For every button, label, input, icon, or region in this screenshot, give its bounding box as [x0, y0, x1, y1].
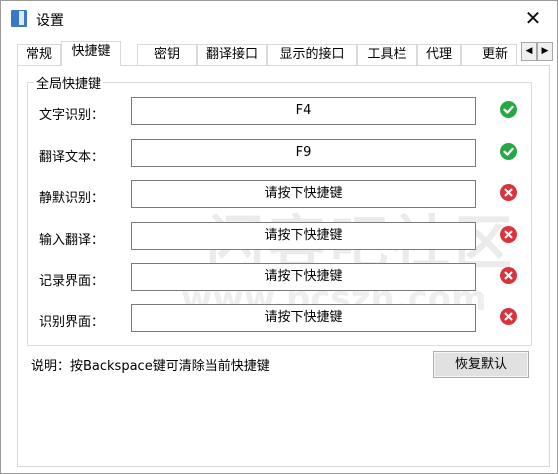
hotkey-label: 文字识别： — [39, 108, 105, 123]
x-circle-icon — [500, 184, 517, 201]
x-circle-icon — [500, 226, 517, 243]
x-circle-icon — [500, 308, 517, 325]
tab-general[interactable]: 常规 — [17, 44, 61, 65]
hotkey-label: 识别界面： — [39, 315, 105, 330]
tab-strip: 常规 快捷键 密钥 翻译接口 显示的接口 工具栏 代理 更新 ◀ ▶ — [17, 41, 553, 66]
instruction-note: 说明：按Backspace键可清除当前快捷键 — [31, 359, 270, 374]
tab-update[interactable]: 更新 — [461, 44, 517, 65]
hotkey-label: 翻译文本： — [39, 150, 105, 165]
settings-window: 设置 ✕ 常规 快捷键 密钥 翻译接口 显示的接口 工具栏 代理 更新 ◀ ▶ … — [0, 0, 558, 474]
tab-proxy[interactable]: 代理 — [417, 44, 461, 65]
tab-hotkeys[interactable]: 快捷键 — [61, 41, 121, 66]
hotkey-input-translate[interactable]: F9 — [131, 139, 476, 167]
tab-scroll-arrows: ◀ ▶ — [521, 42, 553, 62]
hotkey-input-silent-ocr[interactable]: 请按下快捷键 — [131, 180, 476, 208]
group-title: 全局快捷键 — [34, 73, 104, 92]
title-bar: 设置 ✕ — [1, 1, 557, 35]
hotkey-input-ocr-window[interactable]: 请按下快捷键 — [131, 304, 476, 332]
check-circle-icon — [500, 143, 517, 160]
app-icon — [11, 10, 27, 27]
tab-toolbar[interactable]: 工具栏 — [357, 44, 417, 65]
hotkey-label: 输入翻译： — [39, 233, 105, 248]
hotkey-input-history[interactable]: 请按下快捷键 — [131, 263, 476, 291]
close-button[interactable]: ✕ — [511, 3, 555, 33]
restore-defaults-button[interactable]: 恢复默认 — [433, 351, 529, 378]
tab-translate-api[interactable]: 翻译接口 — [197, 44, 267, 65]
tab-scroll-right-icon[interactable]: ▶ — [537, 42, 553, 61]
tab-display-api[interactable]: 显示的接口 — [267, 44, 357, 65]
hotkey-label: 记录界面： — [39, 274, 105, 289]
hotkey-input-input-translate[interactable]: 请按下快捷键 — [131, 222, 476, 250]
tab-keys[interactable]: 密钥 — [137, 44, 197, 65]
window-title: 设置 — [36, 13, 64, 29]
tab-scroll-left-icon[interactable]: ◀ — [521, 42, 537, 61]
check-circle-icon — [500, 101, 517, 118]
hotkey-label: 静默识别： — [39, 191, 105, 206]
hotkey-input-ocr[interactable]: F4 — [131, 97, 476, 125]
x-circle-icon — [500, 267, 517, 284]
